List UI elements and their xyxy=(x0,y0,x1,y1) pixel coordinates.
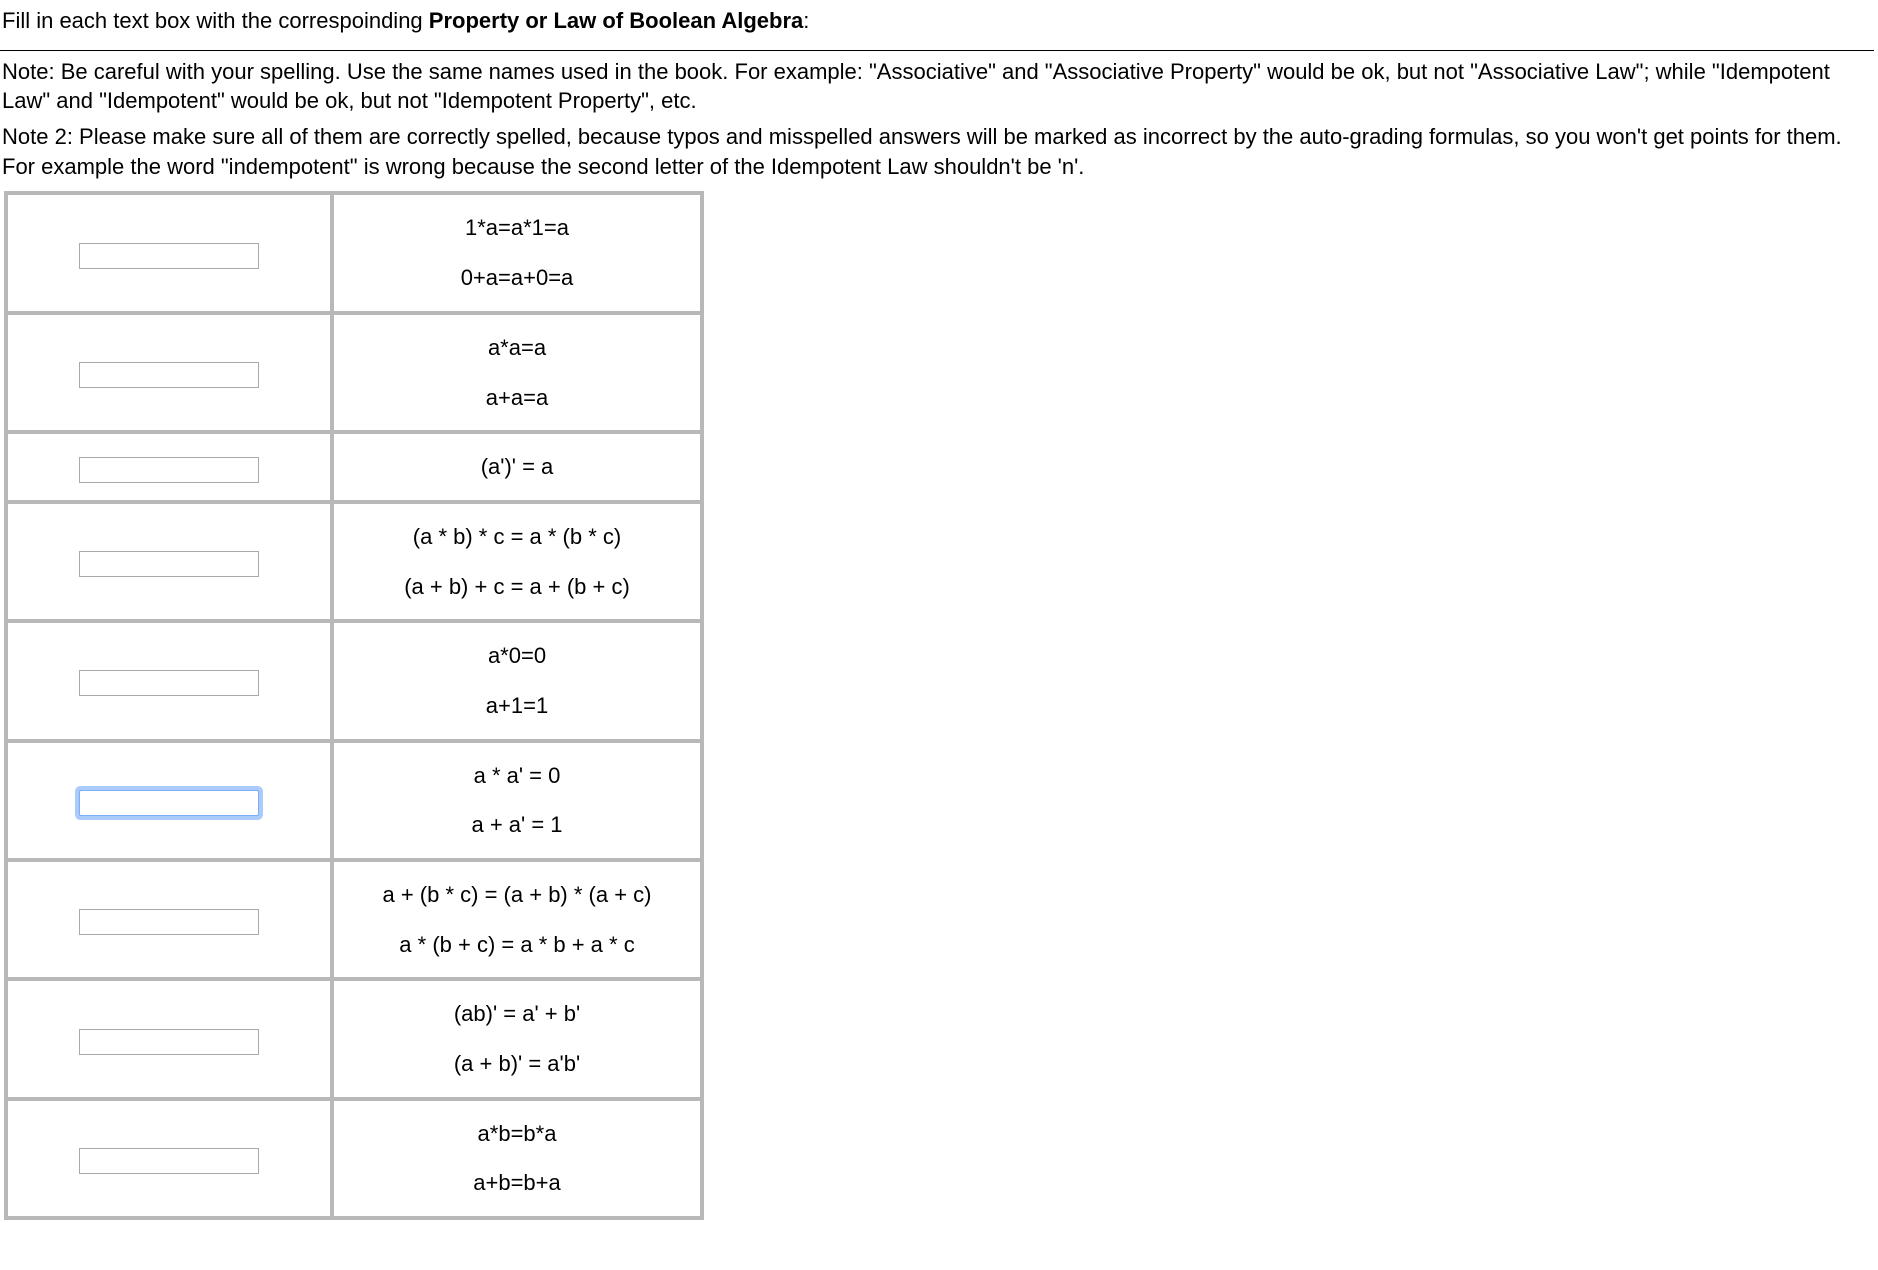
answer-cell xyxy=(6,860,332,979)
answer-cell xyxy=(6,313,332,432)
answer-cell xyxy=(6,502,332,621)
formula-text: a * a' = 0 xyxy=(334,751,700,801)
table-row: a*a=aa+a=a xyxy=(6,313,702,432)
answer-cell xyxy=(6,741,332,860)
instruction-post: : xyxy=(803,8,809,33)
table-row: (a')' = a xyxy=(6,432,702,502)
formula-text: a*0=0 xyxy=(334,631,700,681)
answer-input[interactable] xyxy=(79,1148,259,1174)
table-row: a + (b * c) = (a + b) * (a + c)a * (b + … xyxy=(6,860,702,979)
answer-cell xyxy=(6,979,332,1098)
note-1: Note: Be careful with your spelling. Use… xyxy=(2,57,1874,116)
formula-text: a*b=b*a xyxy=(334,1109,700,1159)
formula-text: (a + b)' = a'b' xyxy=(334,1039,700,1089)
answer-cell xyxy=(6,1099,332,1218)
formula-cell: a*0=0a+1=1 xyxy=(332,621,702,740)
formula-cell: a + (b * c) = (a + b) * (a + c)a * (b + … xyxy=(332,860,702,979)
answer-input[interactable] xyxy=(79,790,259,816)
note-2: Note 2: Please make sure all of them are… xyxy=(2,122,1874,181)
answer-cell xyxy=(6,193,332,312)
formula-text: a+1=1 xyxy=(334,681,700,731)
formula-text: 1*a=a*1=a xyxy=(334,203,700,253)
formula-text: (a')' = a xyxy=(334,442,700,492)
instruction-bold: Property or Law of Boolean Algebra xyxy=(429,8,803,33)
formula-cell: (a')' = a xyxy=(332,432,702,502)
instruction-pre: Fill in each text box with the correspoi… xyxy=(2,8,429,33)
formula-text: 0+a=a+0=a xyxy=(334,253,700,303)
formula-cell: a*a=aa+a=a xyxy=(332,313,702,432)
answer-cell xyxy=(6,432,332,502)
table-row: a*b=b*aa+b=b+a xyxy=(6,1099,702,1218)
table-row: (a * b) * c = a * (b * c)(a + b) + c = a… xyxy=(6,502,702,621)
formula-text: (a + b) + c = a + (b + c) xyxy=(334,562,700,612)
answer-cell xyxy=(6,621,332,740)
answer-input[interactable] xyxy=(79,243,259,269)
table-row: a*0=0a+1=1 xyxy=(6,621,702,740)
formula-text: (a * b) * c = a * (b * c) xyxy=(334,512,700,562)
formula-text: a * (b + c) = a * b + a * c xyxy=(334,920,700,970)
answer-input[interactable] xyxy=(79,909,259,935)
formula-cell: a * a' = 0a + a' = 1 xyxy=(332,741,702,860)
formula-cell: a*b=b*aa+b=b+a xyxy=(332,1099,702,1218)
formula-text: (ab)' = a' + b' xyxy=(334,989,700,1039)
formula-cell: 1*a=a*1=a0+a=a+0=a xyxy=(332,193,702,312)
formula-cell: (a * b) * c = a * (b * c)(a + b) + c = a… xyxy=(332,502,702,621)
instruction-main: Fill in each text box with the correspoi… xyxy=(2,6,1874,36)
divider xyxy=(0,50,1874,51)
formula-text: a+b=b+a xyxy=(334,1158,700,1208)
table-row: (ab)' = a' + b'(a + b)' = a'b' xyxy=(6,979,702,1098)
answer-input[interactable] xyxy=(79,1029,259,1055)
answer-input[interactable] xyxy=(79,670,259,696)
table-row: a * a' = 0a + a' = 1 xyxy=(6,741,702,860)
formula-text: a + a' = 1 xyxy=(334,800,700,850)
table-row: 1*a=a*1=a0+a=a+0=a xyxy=(6,193,702,312)
formula-text: a*a=a xyxy=(334,323,700,373)
answer-input[interactable] xyxy=(79,362,259,388)
boolean-laws-table: 1*a=a*1=a0+a=a+0=aa*a=aa+a=a(a')' = a(a … xyxy=(4,191,704,1220)
formula-cell: (ab)' = a' + b'(a + b)' = a'b' xyxy=(332,979,702,1098)
formula-text: a+a=a xyxy=(334,373,700,423)
answer-input[interactable] xyxy=(79,551,259,577)
answer-input[interactable] xyxy=(79,457,259,483)
formula-text: a + (b * c) = (a + b) * (a + c) xyxy=(334,870,700,920)
